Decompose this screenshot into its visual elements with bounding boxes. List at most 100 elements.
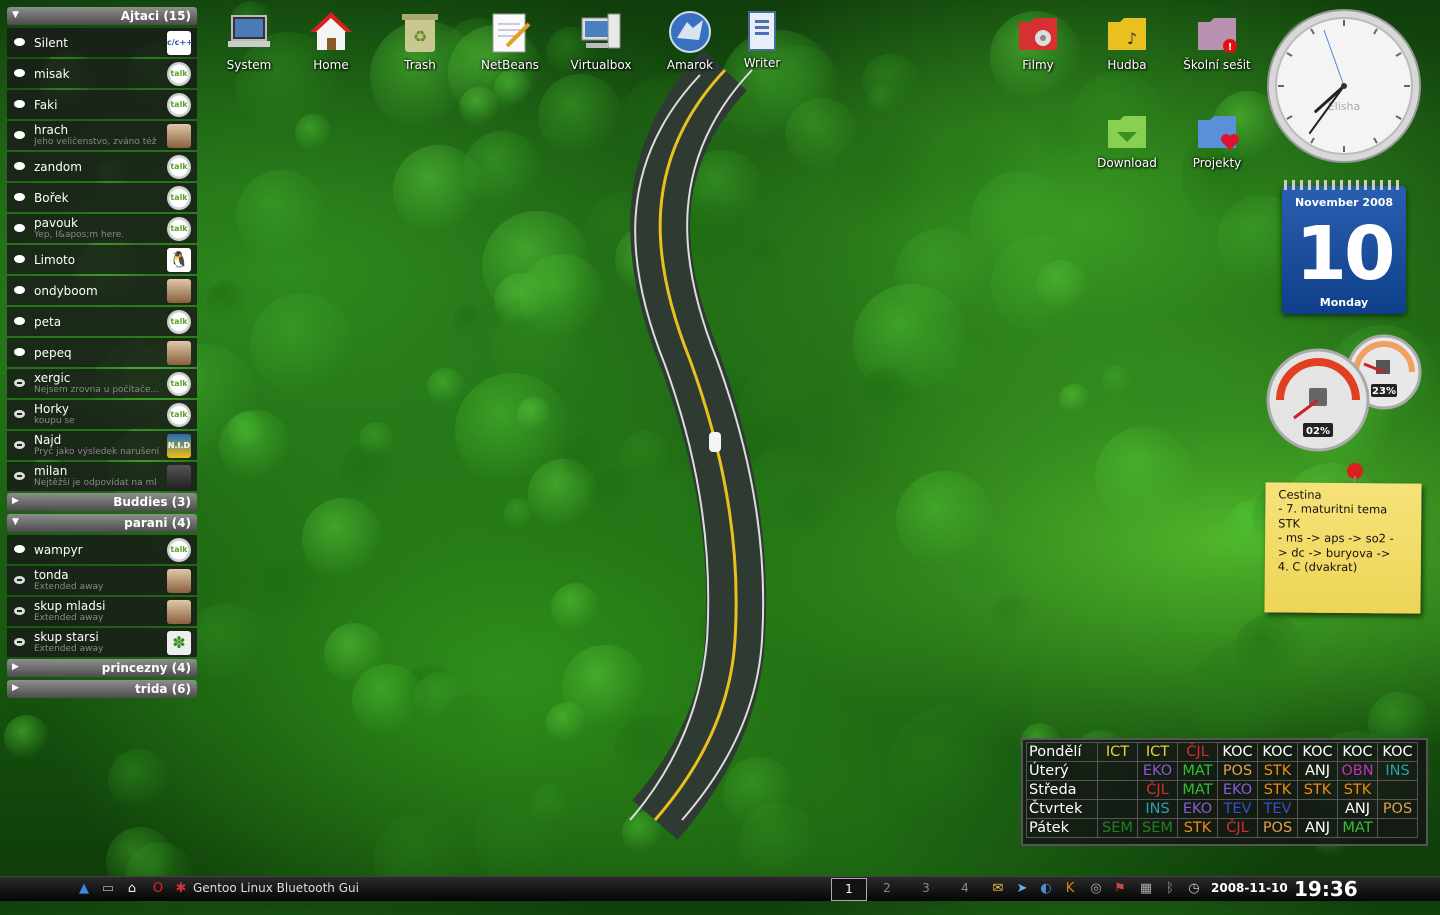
wallpaper-foliage: [516, 396, 552, 432]
buddy-list-item[interactable]: ondyboom: [7, 276, 197, 305]
desktop-icon-label[interactable]: Home: [291, 58, 371, 72]
bluetooth-icon[interactable]: ᛒ: [1162, 881, 1178, 897]
buddy-list-item[interactable]: wampyr talk: [7, 535, 197, 564]
buddy-list-item[interactable]: Limoto 🐧: [7, 245, 197, 274]
buddy-list-item[interactable]: milan Nejtěžší je odpovídat na ml: [7, 462, 197, 491]
sticky-note-widget[interactable]: Cestina - 7. maturitni tema STK - ms -> …: [1264, 482, 1422, 614]
desktop-icon[interactable]: ! Školní sešit: [1177, 10, 1257, 72]
desktop-icon[interactable]: Filmy: [998, 10, 1078, 72]
desktop-icon[interactable]: Writer: [722, 8, 802, 70]
film-folder-icon[interactable]: [1015, 10, 1061, 54]
buddy-group-header[interactable]: ▶ princezny (4): [7, 659, 197, 677]
buddy-list-item[interactable]: Silent c/c++: [7, 28, 197, 57]
home-icon[interactable]: ⌂: [124, 881, 140, 897]
desktop-icon-label[interactable]: Download: [1087, 156, 1167, 170]
keyboard-icon[interactable]: ▦: [1138, 881, 1154, 897]
trash-icon[interactable]: ♻: [397, 10, 443, 54]
laptop-icon[interactable]: [226, 10, 272, 54]
heart-folder-icon[interactable]: [1194, 108, 1240, 152]
notepad-icon[interactable]: [487, 10, 533, 54]
tray-time[interactable]: 19:36: [1294, 877, 1358, 901]
desktop-icon-label[interactable]: Hudba: [1087, 58, 1167, 72]
document-icon[interactable]: [739, 8, 785, 52]
buddy-group-header[interactable]: ▶ Buddies (3): [7, 493, 197, 511]
chevron-down-icon[interactable]: ▼: [12, 10, 19, 20]
clock-icon[interactable]: ◷: [1186, 881, 1202, 897]
sticky-note-text[interactable]: Cestina - 7. maturitni tema STK - ms -> …: [1278, 487, 1415, 575]
buddy-group-header[interactable]: ▶ trida (6): [7, 680, 197, 698]
tray-date[interactable]: 2008-11-10: [1211, 881, 1288, 895]
chevron-right-icon[interactable]: ▶: [12, 496, 19, 506]
buddy-list-item[interactable]: Horky koupu se talk: [7, 400, 197, 429]
buddy-group-header[interactable]: ▼ Ajtaci (15): [7, 7, 197, 25]
timetable-lesson: KOC: [1257, 742, 1298, 762]
terminal-icon[interactable]: ▭: [100, 881, 116, 897]
buddy-list-item[interactable]: skup mladsi Extended away: [7, 597, 197, 626]
desktop-icon-label[interactable]: System: [209, 58, 289, 72]
wallpaper-foliage: [528, 784, 572, 827]
desktop-icon[interactable]: Home: [291, 10, 371, 72]
desktop-pager-item[interactable]: 4: [948, 878, 982, 899]
desktop-icon[interactable]: Amarok: [650, 10, 730, 72]
calendar-weekday: Monday: [1319, 296, 1369, 309]
chevron-down-icon[interactable]: ▼: [12, 517, 19, 527]
buddy-list-item[interactable]: hrach Jeho veličenstvo, zváno též: [7, 121, 197, 150]
kopete-icon[interactable]: K: [1062, 881, 1078, 897]
desktop-icon-label[interactable]: Trash: [380, 58, 460, 72]
steam-icon[interactable]: ◎: [1088, 881, 1104, 897]
timetable-lesson: MAT: [1177, 761, 1218, 781]
buddy-group-header[interactable]: ▼ parani (4): [7, 514, 197, 532]
home-icon[interactable]: [308, 10, 354, 54]
mail-icon[interactable]: ✉: [990, 881, 1006, 897]
opera-icon[interactable]: O: [150, 881, 166, 897]
desktop-icon[interactable]: System: [209, 10, 289, 72]
buddy-list-item[interactable]: pepeq: [7, 338, 197, 367]
music-folder-icon[interactable]: ♪: [1104, 10, 1150, 54]
chevron-right-icon[interactable]: ▶: [12, 683, 19, 693]
desktop-icon-label[interactable]: Filmy: [998, 58, 1078, 72]
alert-folder-icon[interactable]: !: [1194, 10, 1240, 54]
desktop-pager-item[interactable]: 1: [831, 878, 867, 901]
network-icon[interactable]: ◐: [1038, 881, 1054, 897]
desktop-icon[interactable]: Download: [1087, 108, 1167, 170]
buddy-status-message: koupu se: [34, 416, 75, 426]
desktop-icon[interactable]: Projekty: [1177, 108, 1257, 170]
buddy-list-item[interactable]: Najd Pryč jako výsledek narušení N.I.D: [7, 431, 197, 460]
download-folder-icon[interactable]: [1104, 108, 1150, 152]
buddy-list-item[interactable]: peta talk: [7, 307, 197, 336]
buddy-list-item[interactable]: zandom talk: [7, 152, 197, 181]
desktop-icon[interactable]: Virtualbox: [561, 10, 641, 72]
timetable-lesson: [1377, 780, 1418, 800]
desktop-icon-label[interactable]: NetBeans: [470, 58, 550, 72]
taskbar-window-title[interactable]: Gentoo Linux Bluetooth Gui: [193, 881, 363, 895]
wallpaper-foliage: [696, 597, 765, 665]
timetable-day: Pátek: [1026, 818, 1098, 838]
timetable-lesson: ČJL: [1217, 818, 1258, 838]
app-launcher-icon[interactable]: ▲: [76, 881, 92, 897]
desktop-icon[interactable]: ♪ Hudba: [1087, 10, 1167, 72]
buddy-list-item[interactable]: tonda Extended away: [7, 566, 197, 595]
computer-icon[interactable]: [578, 10, 624, 54]
desktop-icon-label[interactable]: Virtualbox: [561, 58, 641, 72]
buddy-list-item[interactable]: misak talk: [7, 59, 197, 88]
timetable-lesson: SEM: [1137, 818, 1178, 838]
wolf-icon[interactable]: [667, 10, 713, 54]
desktop-icon[interactable]: ♻ Trash: [380, 10, 460, 72]
buddy-list-item[interactable]: pavouk Yep, I&apos;m here. talk: [7, 214, 197, 243]
buddy-list-item[interactable]: xergic Nejsem zrovna u počítače... talk: [7, 369, 197, 398]
cursor-icon[interactable]: ➤: [1014, 881, 1030, 897]
desktop-pager-item[interactable]: 3: [909, 878, 943, 899]
desktop-icon[interactable]: NetBeans: [470, 10, 550, 72]
timetable-lesson: ANJ: [1297, 761, 1338, 781]
buddy-list-item[interactable]: Faki talk: [7, 90, 197, 119]
buddy-list-item[interactable]: Bořek talk: [7, 183, 197, 212]
desktop-icon-label[interactable]: Školní sešit: [1177, 58, 1257, 72]
desktop-icon-label[interactable]: Writer: [722, 56, 802, 70]
rss-icon[interactable]: ⚑: [1112, 881, 1128, 897]
desktop-pager-item[interactable]: 2: [870, 878, 904, 899]
timetable-lesson: STK: [1257, 780, 1298, 800]
buddy-list-item[interactable]: skup starsi Extended away ✽: [7, 628, 197, 657]
desktop-icon-label[interactable]: Amarok: [650, 58, 730, 72]
chevron-right-icon[interactable]: ▶: [12, 662, 19, 672]
desktop-icon-label[interactable]: Projekty: [1177, 156, 1257, 170]
